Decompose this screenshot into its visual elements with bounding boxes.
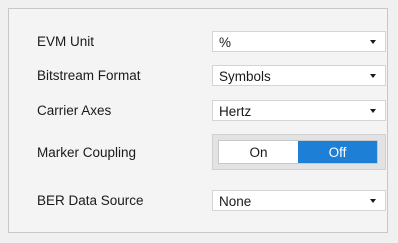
ber-data-source-label: BER Data Source	[37, 193, 144, 208]
carrier-axes-row: Carrier Axes Hertz	[9, 100, 387, 122]
chevron-down-icon	[370, 109, 376, 113]
carrier-axes-label: Carrier Axes	[37, 103, 112, 118]
marker-coupling-toggle-container: On Off	[212, 134, 386, 170]
marker-coupling-toggle[interactable]: On Off	[218, 140, 378, 164]
evm-unit-row: EVM Unit %	[9, 31, 387, 53]
bitstream-format-row: Bitstream Format Symbols	[9, 65, 387, 87]
carrier-axes-dropdown[interactable]: Hertz	[212, 100, 386, 121]
bitstream-format-label: Bitstream Format	[37, 68, 141, 83]
chevron-down-icon	[370, 199, 376, 203]
evm-unit-label: EVM Unit	[37, 34, 95, 49]
bitstream-format-dropdown[interactable]: Symbols	[212, 65, 386, 86]
marker-coupling-off-option[interactable]: Off	[298, 141, 377, 163]
evm-unit-dropdown[interactable]: %	[212, 31, 386, 52]
ber-data-source-value: None	[219, 194, 252, 209]
chevron-down-icon	[370, 74, 376, 78]
ber-data-source-dropdown[interactable]: None	[212, 190, 386, 211]
bitstream-format-value: Symbols	[219, 69, 271, 84]
evm-unit-value: %	[219, 35, 232, 50]
marker-coupling-row: Marker Coupling On Off	[9, 134, 387, 170]
marker-coupling-on-option[interactable]: On	[219, 141, 298, 163]
marker-coupling-label: Marker Coupling	[37, 145, 137, 160]
ber-data-source-row: BER Data Source None	[9, 190, 387, 212]
carrier-axes-value: Hertz	[219, 104, 252, 119]
chevron-down-icon	[370, 40, 376, 44]
settings-panel: EVM Unit % Bitstream Format Symbols Carr…	[8, 8, 388, 233]
